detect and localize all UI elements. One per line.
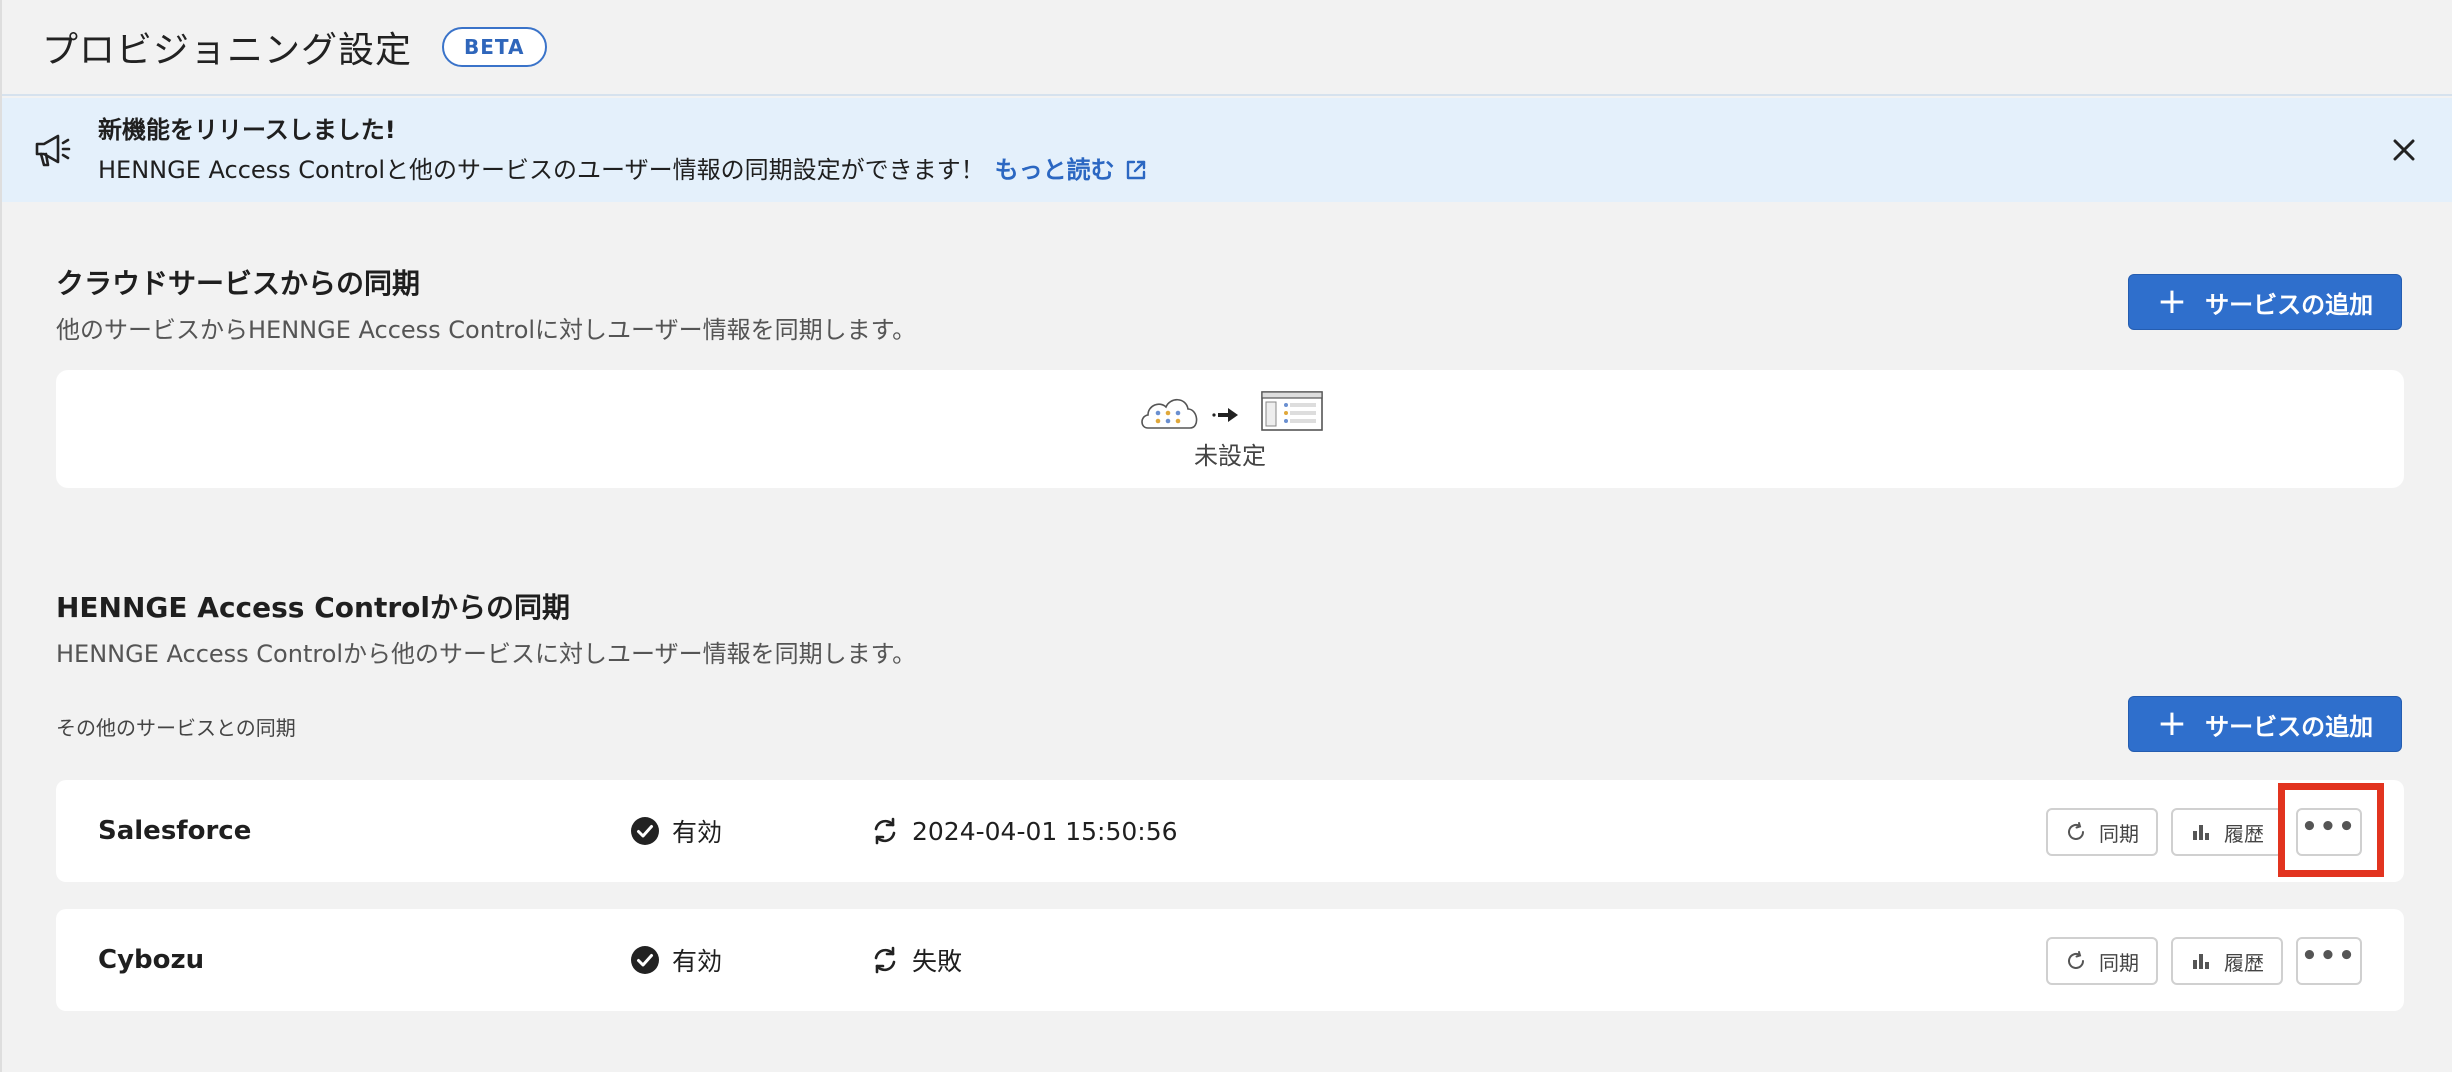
add-hac-service-label: サービスの追加 [2205, 712, 2374, 741]
service-status-label: 有効 [672, 947, 723, 976]
sync-button-label: 同期 [2099, 821, 2139, 846]
last-sync: 2024-04-01 15:50:56 [870, 780, 1178, 882]
sync-button[interactable]: 同期 [2046, 808, 2158, 856]
read-more-label: もっと読む [994, 156, 1115, 184]
last-sync-value: 失敗 [912, 947, 963, 976]
more-options-button[interactable]: ••• [2296, 937, 2362, 985]
more-options-button[interactable]: ••• [2296, 808, 2362, 856]
service-row-cybozu: Cybozu 有効 失敗 同期 履歴 ••• [56, 909, 2404, 1011]
add-hac-service-button[interactable]: + サービスの追加 [2128, 696, 2402, 752]
last-sync-value: 2024-04-01 15:50:56 [912, 816, 1178, 846]
banner-title: 新機能をリリースしました! [98, 116, 396, 144]
external-link-icon [1126, 160, 1145, 180]
service-status: 有効 [630, 780, 722, 882]
last-sync: 失敗 [870, 909, 962, 1011]
history-button-label: 履歴 [2224, 821, 2264, 846]
service-row-salesforce: Salesforce 有効 2024-04-01 15:50:56 同期 履歴 … [56, 780, 2404, 882]
banner-message: HENNGE Access Controlと他のサービスのユーザー情報の同期設定… [98, 156, 985, 184]
hac-sync-description: HENNGE Access Controlから他のサービスに対しユーザー情報を同… [56, 640, 917, 668]
cloud-sync-title: クラウドサービスからの同期 [56, 267, 421, 300]
other-services-subheading: その他のサービスとの同期 [56, 716, 296, 740]
sync-button-label: 同期 [2099, 950, 2139, 975]
cloud-sync-description: 他のサービスからHENNGE Access Controlに対しユーザー情報を同… [56, 316, 917, 344]
cloud-to-directory-illustration-icon [1141, 391, 1323, 431]
bar-chart-icon [2193, 954, 2209, 969]
banner-text: 新機能をリリースしました! HENNGE Access Controlと他のサー… [98, 114, 1147, 190]
check-circle-icon [631, 946, 659, 974]
more-icon: ••• [2301, 941, 2357, 971]
close-icon[interactable] [2388, 134, 2420, 166]
history-button[interactable]: 履歴 [2171, 808, 2283, 856]
history-button-label: 履歴 [2224, 950, 2264, 975]
cloud-sync-empty-card: 未設定 [56, 370, 2404, 488]
refresh-icon [2068, 951, 2084, 969]
page: プロビジョニング設定 BETA 新機能をリリースしました! HENNGE Acc… [0, 0, 2452, 1072]
page-header: プロビジョニング設定 BETA [2, 0, 2452, 96]
service-status: 有効 [630, 909, 722, 1011]
megaphone-icon [35, 134, 71, 167]
banner-body: HENNGE Access Controlと他のサービスのユーザー情報の同期設定… [98, 150, 1147, 190]
read-more-link[interactable]: もっと読む [995, 150, 1147, 190]
add-cloud-service-button[interactable]: + サービスの追加 [2128, 274, 2402, 330]
sync-icon [874, 946, 896, 974]
more-icon: ••• [2301, 812, 2357, 842]
history-button[interactable]: 履歴 [2171, 937, 2283, 985]
announcement-banner: 新機能をリリースしました! HENNGE Access Controlと他のサー… [2, 98, 2452, 202]
not-configured-label: 未設定 [1194, 442, 1266, 470]
sync-button[interactable]: 同期 [2046, 937, 2158, 985]
page-title: プロビジョニング設定 [42, 30, 413, 71]
beta-badge: BETA [442, 27, 547, 67]
bar-chart-icon [2193, 825, 2209, 840]
refresh-icon [2068, 822, 2084, 840]
check-circle-icon [631, 817, 659, 845]
plus-icon: + [2156, 281, 2188, 322]
plus-icon: + [2156, 703, 2188, 744]
add-cloud-service-label: サービスの追加 [2205, 290, 2374, 319]
hac-sync-title: HENNGE Access Controlからの同期 [56, 591, 570, 624]
service-status-label: 有効 [672, 818, 723, 847]
service-name: Salesforce [98, 816, 252, 846]
sync-icon [874, 817, 896, 845]
service-name: Cybozu [98, 945, 205, 975]
